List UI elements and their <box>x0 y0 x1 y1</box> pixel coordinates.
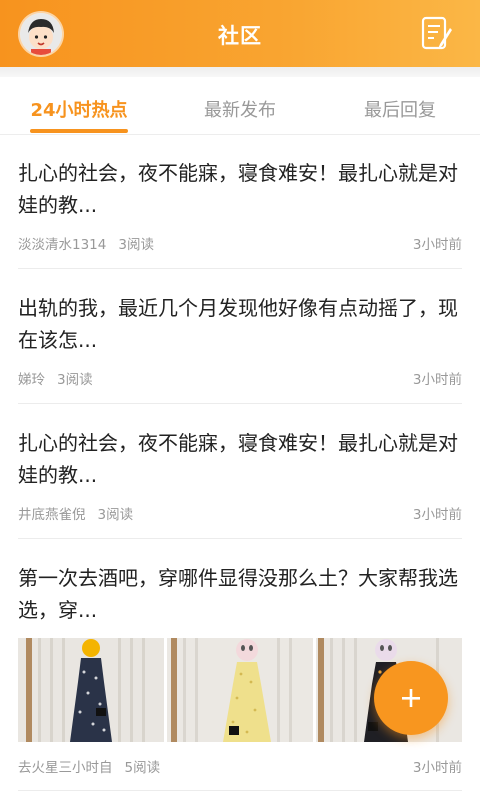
new-post-button[interactable] <box>374 661 448 735</box>
post-author[interactable]: 去火星三小时自 <box>18 760 113 776</box>
post-reads: 3阅读 <box>118 237 154 253</box>
dress-photo-1 <box>18 638 164 742</box>
header-divider <box>0 67 480 77</box>
post-item[interactable]: 出轨的我，最近几个月发现他好像有点动摇了，现在该怎... 娣玲 3阅读 3小时前 <box>18 292 462 404</box>
post-meta: 去火星三小时自 5阅读 <box>18 756 160 776</box>
tab-last-reply[interactable]: 最后回复 <box>346 96 454 122</box>
tab-24h-hot[interactable]: 24小时热点 <box>22 96 136 122</box>
dress-photo-2 <box>167 638 313 742</box>
post-image[interactable] <box>18 638 164 742</box>
post-title[interactable]: 出轨的我，最近几个月发现他好像有点动摇了，现在该怎... <box>18 292 462 356</box>
post-reads: 5阅读 <box>124 760 161 776</box>
post-author[interactable]: 淡淡清水1314 <box>18 237 106 253</box>
post-time: 3小时前 <box>412 760 462 776</box>
tab-bar: 24小时热点 最新发布 最后回复 <box>0 77 480 135</box>
tab-latest[interactable]: 最新发布 <box>186 96 294 122</box>
post-image[interactable] <box>167 638 313 742</box>
post-reads: 3阅读 <box>57 372 93 388</box>
post-item[interactable]: 扎心的社会，夜不能寐，寝食难安！最扎心就是对娃的教... 井底燕雀倪 3阅读 3小… <box>18 427 462 539</box>
post-title[interactable]: 扎心的社会，夜不能寐，寝食难安！最扎心就是对娃的教... <box>18 427 462 491</box>
app-header: 社区 <box>0 0 480 67</box>
post-meta: 井底燕雀倪 3阅读 <box>18 503 133 523</box>
post-reads: 3阅读 <box>97 507 134 523</box>
post-meta: 娣玲 3阅读 <box>18 368 93 388</box>
post-meta: 淡淡清水1314 3阅读 <box>18 233 154 253</box>
post-time: 3小时前 <box>412 372 462 388</box>
post-title[interactable]: 扎心的社会，夜不能寐，寝食难安！最扎心就是对娃的教... <box>18 157 462 221</box>
post-author[interactable]: 娣玲 <box>18 372 45 388</box>
post-time: 3小时前 <box>412 237 462 253</box>
edit-note-icon[interactable] <box>420 16 454 52</box>
post-time: 3小时前 <box>412 507 462 523</box>
post-title[interactable]: 第一次去酒吧，穿哪件显得没那么土？大家帮我选选，穿... <box>18 562 462 626</box>
plus-icon <box>402 689 420 707</box>
post-author[interactable]: 井底燕雀倪 <box>18 507 86 523</box>
post-item[interactable]: 扎心的社会，夜不能寐，寝食难安！最扎心就是对娃的教... 淡淡清水1314 3阅读… <box>18 157 462 269</box>
page-title: 社区 <box>218 24 262 48</box>
active-tab-indicator <box>30 129 128 133</box>
